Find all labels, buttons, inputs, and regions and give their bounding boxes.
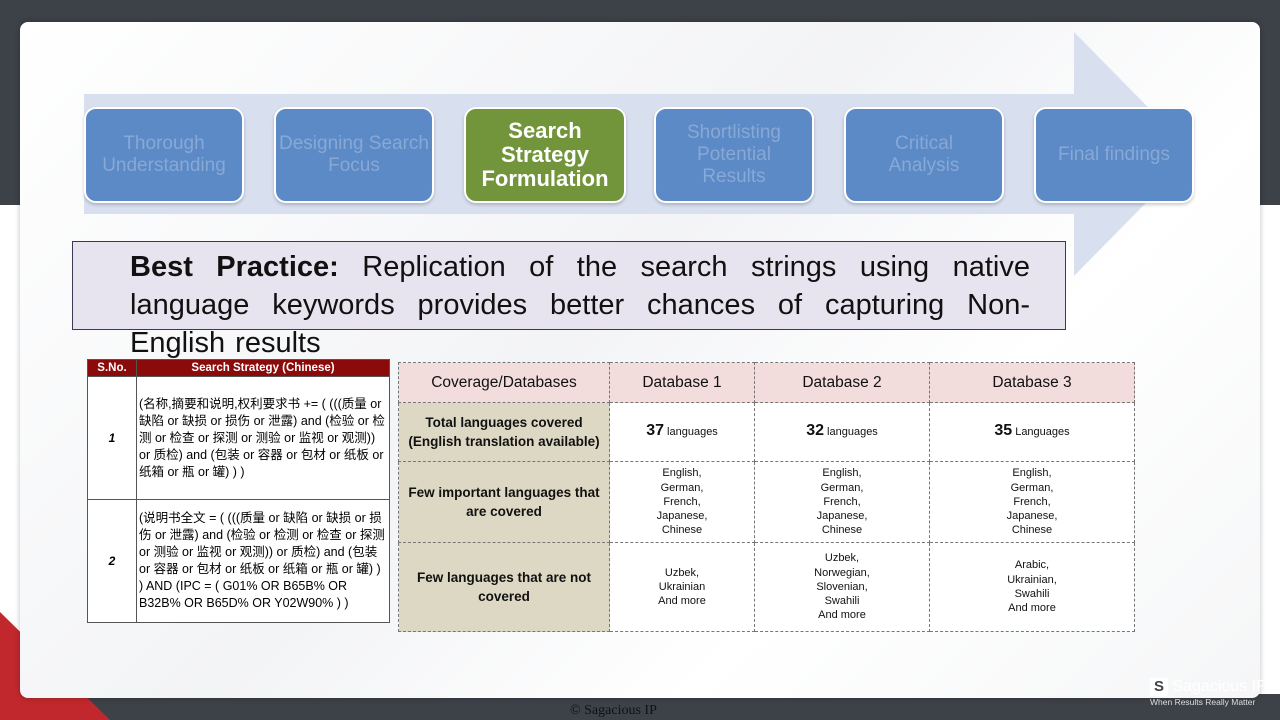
header-strategy: Search Strategy (Chinese) — [136, 359, 390, 377]
header-sno: S.No. — [87, 359, 137, 377]
db3-covered-languages: English, German, French, Japanese, Chinese — [929, 461, 1135, 543]
row-number: 2 — [87, 499, 137, 623]
table-row: 2 (说明书全文 = ( (((质量 or 缺陷 or 缺损 or 损伤 or … — [87, 499, 390, 623]
header-database-2: Database 2 — [754, 362, 930, 403]
db3-total-languages: 35 Languages — [929, 402, 1135, 462]
db3-not-covered-languages: Arabic, Ukrainian, Swahili And more — [929, 542, 1135, 632]
search-strategy-table: S.No. Search Strategy (Chinese) 1 (名称,摘要… — [87, 359, 390, 623]
step-critical-analysis: Critical Analysis — [844, 107, 1004, 203]
db1-not-covered-languages: Uzbek, Ukrainian And more — [609, 542, 755, 632]
strategy-text: (说明书全文 = ( (((质量 or 缺陷 or 缺损 or 损伤 or 泄露… — [136, 499, 390, 623]
header-database-3: Database 3 — [929, 362, 1135, 403]
row-label-total-languages: Total languages covered (English transla… — [398, 402, 610, 462]
step-search-strategy-formulation: Search Strategy Formulation — [464, 107, 626, 203]
slide: Thorough Understanding Designing Search … — [20, 22, 1260, 698]
db1-covered-languages: English, German, French, Japanese, Chinese — [609, 461, 755, 543]
strategy-text: (名称,摘要和说明,权利要求书 += ( (((质量 or 缺陷 or 缺损 o… — [136, 376, 390, 500]
step-thorough-understanding: Thorough Understanding — [84, 107, 244, 203]
best-practice-lead: Best Practice: — [130, 251, 339, 283]
header-database-1: Database 1 — [609, 362, 755, 403]
db2-total-languages: 32 languages — [754, 402, 930, 462]
brand-tagline: When Results Really Matter — [1150, 697, 1256, 708]
header-coverage: Coverage/Databases — [398, 362, 610, 403]
db1-total-languages: 37 languages — [609, 402, 755, 462]
db2-not-covered-languages: Uzbek, Norwegian, Slovenian, Swahili And mor… — [754, 542, 930, 632]
row-label-covered-languages: Few important languages that are covered — [398, 461, 610, 543]
table-row: Few important languages that are covered… — [398, 461, 1135, 543]
table-row: Few languages that are not covered Uzbek… — [398, 542, 1135, 632]
row-number: 1 — [87, 376, 137, 500]
brand-logo: S Sagacious IP When Results Really Matte… — [1150, 678, 1267, 707]
table-header-row: S.No. Search Strategy (Chinese) — [87, 359, 390, 377]
coverage-table: Coverage/Databases Database 1 Database 2… — [398, 362, 1135, 632]
table-row: 1 (名称,摘要和说明,权利要求书 += ( (((质量 or 缺陷 or 缺损… — [87, 376, 390, 500]
step-designing-search-focus: Designing Search Focus — [274, 107, 434, 203]
row-label-not-covered-languages: Few languages that are not covered — [398, 542, 610, 632]
brand-name: Sagacious IP — [1172, 678, 1267, 695]
step-final-findings: Final findings — [1034, 107, 1194, 203]
sagacious-logo-icon: S — [1150, 678, 1168, 696]
copyright-text: © Sagacious IP — [570, 703, 657, 718]
best-practice-text: Best Practice: Replication of the search… — [130, 251, 1030, 359]
table-row: Total languages covered (English transla… — [398, 402, 1135, 462]
db2-covered-languages: English, German, French, Japanese, Chinese — [754, 461, 930, 543]
coverage-header-row: Coverage/Databases Database 1 Database 2… — [398, 362, 1135, 403]
step-shortlisting-potential-results: Shortlisting Potential Results — [654, 107, 814, 203]
